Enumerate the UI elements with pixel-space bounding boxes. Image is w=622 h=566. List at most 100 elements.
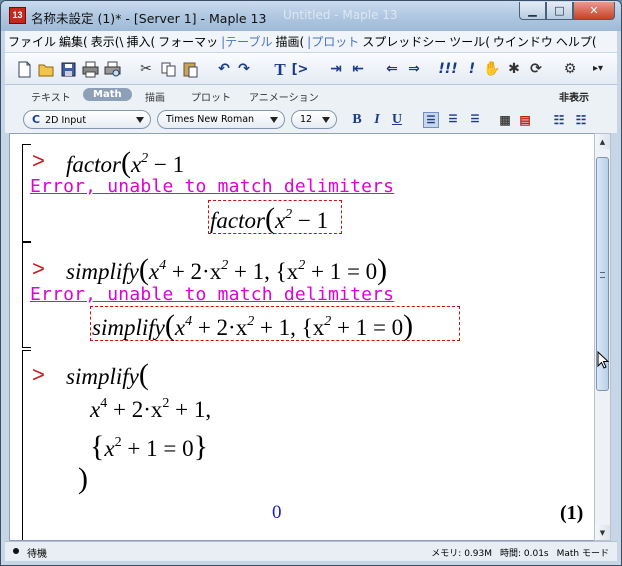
- stop-hand-icon[interactable]: ✋: [483, 60, 501, 78]
- font-family-value: Times New Roman: [166, 114, 255, 125]
- tab-math[interactable]: Math: [83, 88, 132, 101]
- minimize-icon: ▁: [528, 4, 537, 17]
- math-input-icon[interactable]: [>: [291, 60, 309, 78]
- input-simplify-expression[interactable]: simplify(x4 + 2·x2 + 1, {x2 + 1 = 0): [66, 253, 387, 287]
- debug-bug-icon[interactable]: ✱: [505, 60, 523, 78]
- chevron-down-icon: ▼: [599, 528, 606, 537]
- time-usage: 時間: 0.01s: [500, 549, 549, 559]
- toolbar-overflow-icon[interactable]: ▸▾: [589, 60, 607, 78]
- status-indicator-icon: [13, 548, 19, 554]
- maple-app-icon[interactable]: 13: [9, 7, 26, 24]
- restart-icon[interactable]: ⟳: [527, 60, 545, 78]
- align-right-icon: ☰: [470, 114, 480, 125]
- close-button[interactable]: ✕: [573, 2, 615, 20]
- execute-icon[interactable]: !: [463, 60, 481, 78]
- save-icon[interactable]: [59, 60, 77, 78]
- grip-icon: [600, 272, 605, 278]
- menu-table[interactable]: |テーブル: [218, 33, 272, 50]
- title-bar: 13 名称未設定 (1)* - [Server 1] - Maple 13 Un…: [1, 1, 621, 31]
- input-prompt: >: [32, 148, 45, 173]
- menu-bar: ファイル 編集( 表示(\ 挿入( フォーマッ |テーブル 描画( |プロット …: [5, 31, 617, 52]
- error-message: Error, unable to match delimiters: [30, 176, 395, 197]
- text-mode-icon[interactable]: T: [271, 60, 289, 78]
- copy-icon[interactable]: [159, 60, 177, 78]
- status-bar: 待機 メモリ: 0.93M 時間: 0.01s Math モード: [5, 541, 617, 561]
- chevron-down-icon: [136, 117, 144, 123]
- format-bar: C 2D Input Times New Roman 12 B I U ☰ ☰ ☰…: [5, 107, 617, 133]
- menu-edit[interactable]: 編集(: [56, 33, 88, 50]
- echoed-simplify-expression: simplify(x4 + 2·x2 + 1, {x2 + 1 = 0): [92, 309, 414, 342]
- settings-gear-icon[interactable]: ⚙: [561, 60, 579, 78]
- input-prompt: >: [32, 256, 45, 281]
- execute-all-icon[interactable]: !!!: [438, 60, 457, 78]
- menu-view[interactable]: 表示(\: [88, 33, 124, 50]
- hide-palette-button[interactable]: 非表示: [559, 89, 589, 104]
- bold-button[interactable]: B: [349, 112, 365, 128]
- vertical-scrollbar[interactable]: ▲ ▼: [594, 133, 611, 541]
- undo-icon[interactable]: ↶: [215, 60, 233, 78]
- numbered-list-icon[interactable]: ☷: [573, 112, 589, 128]
- bullet-list-icon[interactable]: ☷: [551, 112, 567, 128]
- simplify-argument-line-2[interactable]: {x2 + 1 = 0}: [90, 430, 208, 464]
- open-folder-icon[interactable]: [37, 60, 55, 78]
- tab-drawing[interactable]: 描画: [145, 89, 165, 104]
- forward-arrow-icon[interactable]: ⇒: [405, 60, 423, 78]
- paste-icon[interactable]: [181, 60, 199, 78]
- maximize-button[interactable]: □: [546, 2, 573, 20]
- menu-window[interactable]: ウインドウ: [490, 33, 553, 50]
- input-simplify-multiline[interactable]: simplify(: [66, 358, 149, 392]
- font-family-select[interactable]: Times New Roman: [157, 110, 285, 129]
- background-window-title: Untitled - Maple 13: [283, 8, 398, 22]
- new-document-icon[interactable]: [15, 60, 33, 78]
- worksheet[interactable]: > factor(x2 − 1 Error, unable to match d…: [9, 133, 597, 541]
- input-factor-expression[interactable]: factor(x2 − 1: [66, 146, 184, 180]
- menu-tools[interactable]: ツール(: [446, 33, 490, 50]
- underline-button[interactable]: U: [389, 112, 405, 128]
- scroll-down-button[interactable]: ▼: [595, 525, 610, 540]
- chevron-down-icon: [270, 117, 278, 123]
- indent-icon[interactable]: ⇥: [327, 60, 345, 78]
- menu-spreadsheet[interactable]: スプレッドシー: [359, 33, 446, 50]
- echoed-factor-expression: factor(x2 − 1: [210, 202, 329, 235]
- italic-button[interactable]: I: [369, 112, 385, 128]
- chevron-down-icon: [322, 117, 330, 123]
- window-title: 名称未設定 (1)* - [Server 1] - Maple 13: [31, 11, 267, 26]
- tab-animation[interactable]: アニメーション: [249, 89, 319, 104]
- print-icon[interactable]: [81, 60, 99, 78]
- memory-usage: メモリ: 0.93M: [431, 549, 492, 559]
- window-controls: ▁ □ ✕: [519, 2, 615, 20]
- menu-plot[interactable]: |プロット: [304, 33, 359, 50]
- execution-group-bracket[interactable]: [22, 144, 31, 242]
- menu-file[interactable]: ファイル: [5, 33, 56, 50]
- tab-text[interactable]: テキスト: [31, 89, 71, 104]
- status-metrics: メモリ: 0.93M 時間: 0.01s Math モード: [431, 546, 609, 559]
- font-size-select[interactable]: 12: [291, 110, 337, 129]
- chevron-up-icon: ▲: [599, 137, 606, 146]
- scroll-up-button[interactable]: ▲: [595, 134, 610, 149]
- execution-group-bracket[interactable]: [22, 350, 31, 540]
- outdent-icon[interactable]: ⇤: [349, 60, 367, 78]
- execution-group-bracket[interactable]: [22, 242, 31, 348]
- input-mode-select[interactable]: C 2D Input: [23, 110, 151, 129]
- insert-section-icon[interactable]: ▤: [517, 112, 533, 128]
- input-mode-value: 2D Input: [45, 115, 87, 126]
- align-left-button[interactable]: ☰: [423, 112, 439, 128]
- menu-drawing[interactable]: 描画(: [272, 33, 304, 50]
- cut-icon[interactable]: ✂: [137, 60, 155, 78]
- tab-plot[interactable]: プロット: [191, 89, 231, 104]
- menu-help[interactable]: ヘルプ(: [553, 33, 597, 50]
- simplify-argument-line-1[interactable]: x4 + 2·x2 + 1,: [90, 396, 211, 423]
- input-prompt: >: [32, 362, 45, 387]
- menu-format[interactable]: フォーマッ: [155, 33, 218, 50]
- maple-window: 13 名称未設定 (1)* - [Server 1] - Maple 13 Un…: [0, 0, 622, 566]
- back-arrow-icon[interactable]: ⇐: [383, 60, 401, 78]
- close-icon: ✕: [589, 4, 599, 17]
- redo-icon[interactable]: ↷: [235, 60, 253, 78]
- closing-paren[interactable]: ): [78, 462, 88, 496]
- table-icon[interactable]: ▦: [497, 112, 513, 128]
- menu-insert[interactable]: 挿入(: [123, 33, 155, 50]
- align-right-button[interactable]: ☰: [467, 112, 483, 128]
- print-preview-icon[interactable]: [103, 60, 121, 78]
- minimize-button[interactable]: ▁: [519, 2, 546, 20]
- align-center-button[interactable]: ☰: [445, 112, 461, 128]
